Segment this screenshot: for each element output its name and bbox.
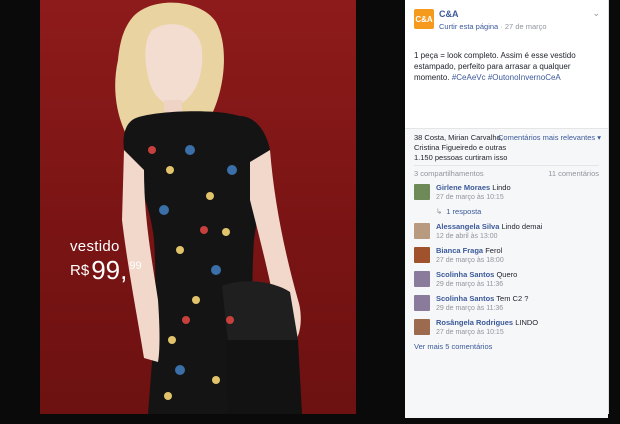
comment-item: Scolinha Santos Quero 29 de março às 11:3…: [414, 268, 608, 292]
comment-time[interactable]: 29 de março às 11:36: [436, 305, 503, 312]
comments-count[interactable]: 11 comentários: [548, 166, 599, 182]
hashtags-link[interactable]: #CeAeVc #OutonoInvernoCeA: [452, 73, 561, 82]
likes-summary: 38 Costa, Mirian Carvalho, Cristina Figu…: [405, 129, 608, 165]
comment-body: Alessangela Silva Lindo demai: [436, 222, 542, 231]
shares-count[interactable]: 3 compartilhamentos: [414, 169, 484, 178]
price-integer: 99,: [91, 255, 128, 285]
avatar[interactable]: [414, 184, 430, 200]
price-tag: vestido R$ 99, 99: [70, 238, 142, 283]
comment-author[interactable]: Bianca Fraga: [436, 246, 483, 255]
like-page-link[interactable]: Curtir esta página: [439, 22, 498, 31]
post-sidebar: C&A C&A Curtir esta página · 27 de março…: [405, 0, 609, 418]
comment-text: LINDO: [513, 318, 539, 327]
chevron-down-icon[interactable]: ⌄: [592, 8, 600, 19]
post-header: C&A C&A Curtir esta página · 27 de março…: [405, 0, 608, 44]
comment-author[interactable]: Scolinha Santos: [436, 294, 494, 303]
meta-separator: ·: [500, 22, 503, 31]
facebook-photo-viewer: vestido R$ 99, 99 C&A C&A Curtir esta pá…: [0, 0, 620, 424]
replies-label[interactable]: 1 resposta: [446, 207, 481, 216]
comment-body: Bianca Fraga Ferol: [436, 246, 502, 255]
comment-item: Scolinha Santos Tem C2 ? 29 de março às 1…: [414, 292, 608, 316]
price-cents: 99: [129, 260, 142, 272]
avatar[interactable]: [414, 295, 430, 311]
avatar[interactable]: [414, 247, 430, 263]
page-name-link[interactable]: C&A: [439, 9, 459, 19]
comment-body: Scolinha Santos Tem C2 ?: [436, 294, 528, 303]
comment-author[interactable]: Scolinha Santos: [436, 270, 494, 279]
comment-author[interactable]: Alessangela Silva: [436, 222, 499, 231]
comment-author[interactable]: Rosângela Rodrigues: [436, 318, 513, 327]
comment-item: Rosângela Rodrigues LINDO 27 de março às …: [414, 316, 608, 340]
page-logo[interactable]: C&A: [414, 9, 434, 29]
comment-text: Lindo: [490, 183, 511, 192]
avatar[interactable]: [414, 223, 430, 239]
comment-text: Tem C2 ?: [494, 294, 529, 303]
post-caption: 1 peça = look completo. Assim é esse ves…: [405, 44, 608, 110]
engagement-section: 38 Costa, Mirian Carvalho, Cristina Figu…: [405, 128, 608, 418]
reply-arrow-icon: ↳: [436, 207, 443, 216]
product-name: vestido: [70, 238, 120, 255]
comment-sort-dropdown[interactable]: Comentários mais relevantes ▾: [498, 133, 601, 143]
comment-author[interactable]: Girlene Moraes: [436, 183, 490, 192]
comment-time[interactable]: 27 de março às 18:00: [436, 257, 504, 264]
comment-item: Bianca Fraga Ferol 27 de março às 18:00: [414, 244, 608, 268]
avatar[interactable]: [414, 319, 430, 335]
comment-text: Ferol: [483, 246, 503, 255]
comments-list: Girlene Moraes Lindo 27 de março às 10:15…: [405, 181, 608, 340]
post-date[interactable]: 27 de março: [505, 22, 547, 31]
comment-time[interactable]: 12 de abril às 13:00: [436, 233, 498, 240]
product-photo[interactable]: vestido R$ 99, 99: [40, 0, 356, 414]
comment-body: Girlene Moraes Lindo: [436, 183, 511, 192]
comment-time[interactable]: 27 de março às 10:15: [436, 329, 504, 336]
avatar[interactable]: [414, 271, 430, 287]
comment-item: Alessangela Silva Lindo demai 12 de abril…: [414, 220, 608, 244]
comment-time[interactable]: 27 de março às 10:15: [436, 194, 504, 201]
view-more-comments-link[interactable]: Ver mais 5 comentários: [414, 342, 608, 351]
comment-body: Rosângela Rodrigues LINDO: [436, 318, 538, 327]
comment-time[interactable]: 29 de março às 11:36: [436, 281, 503, 288]
replies-link[interactable]: ↳ 1 resposta: [436, 205, 608, 220]
comment-text: Quero: [494, 270, 518, 279]
model-illustration: [115, 2, 302, 414]
likes-count[interactable]: 1.150 pessoas curtiram isso: [414, 153, 599, 163]
comment-text: Lindo demai: [499, 222, 543, 231]
comment-item: Girlene Moraes Lindo 27 de março às 10:15: [414, 181, 608, 205]
likers-names-2[interactable]: Cristina Figueiredo e outras: [414, 143, 599, 153]
price-currency: R$: [70, 262, 90, 279]
post-meta: Curtir esta página · 27 de março: [439, 22, 547, 31]
counts-row: 3 compartilhamentos 11 comentários: [414, 165, 599, 181]
comment-body: Scolinha Santos Quero: [436, 270, 517, 279]
